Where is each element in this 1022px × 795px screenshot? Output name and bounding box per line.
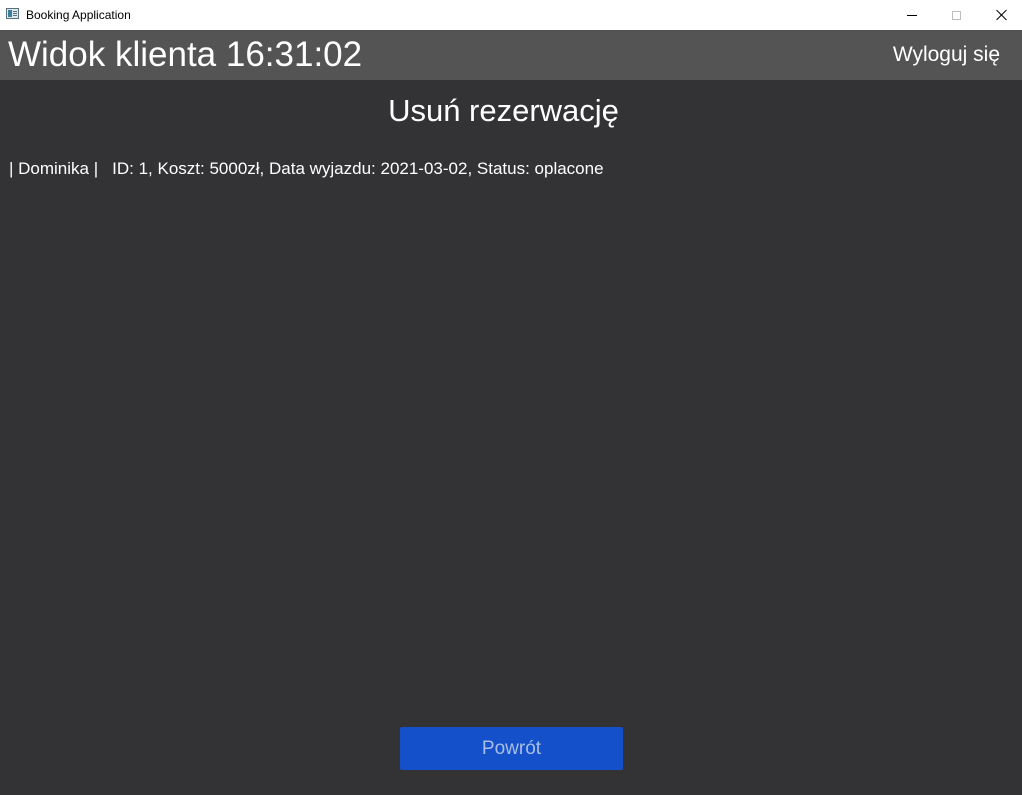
view-title: Widok klienta 16:31:02 — [8, 35, 363, 74]
header-bar: Widok klienta 16:31:02 Wyloguj się — [0, 30, 1022, 80]
title-bar[interactable]: Booking Application — [0, 0, 1022, 30]
app-window-icon — [6, 8, 19, 19]
close-button[interactable] — [979, 0, 1022, 30]
list-item[interactable]: | Dominika | ID: 1, Koszt: 5000zł, Data … — [9, 157, 1009, 181]
maximize-button[interactable] — [933, 0, 979, 30]
window-title: Booking Application — [26, 8, 131, 22]
reservation-user: | Dominika | — [9, 159, 99, 178]
minimize-button[interactable] — [889, 0, 935, 30]
maximize-icon — [951, 10, 961, 20]
logout-link[interactable]: Wyloguj się — [893, 42, 1000, 68]
page-title: Usuń rezerwację — [388, 93, 619, 128]
minimize-icon — [907, 14, 917, 16]
reservation-list: | Dominika | ID: 1, Koszt: 5000zł, Data … — [9, 157, 1009, 181]
back-button[interactable]: Powrót — [400, 727, 623, 770]
app-window: Booking Application Widok klienta 16:31:… — [0, 0, 1022, 795]
close-icon — [996, 9, 1008, 21]
reservation-details: ID: 1, Koszt: 5000zł, Data wyjazdu: 2021… — [112, 159, 604, 178]
footer: Powrót — [0, 697, 1022, 795]
